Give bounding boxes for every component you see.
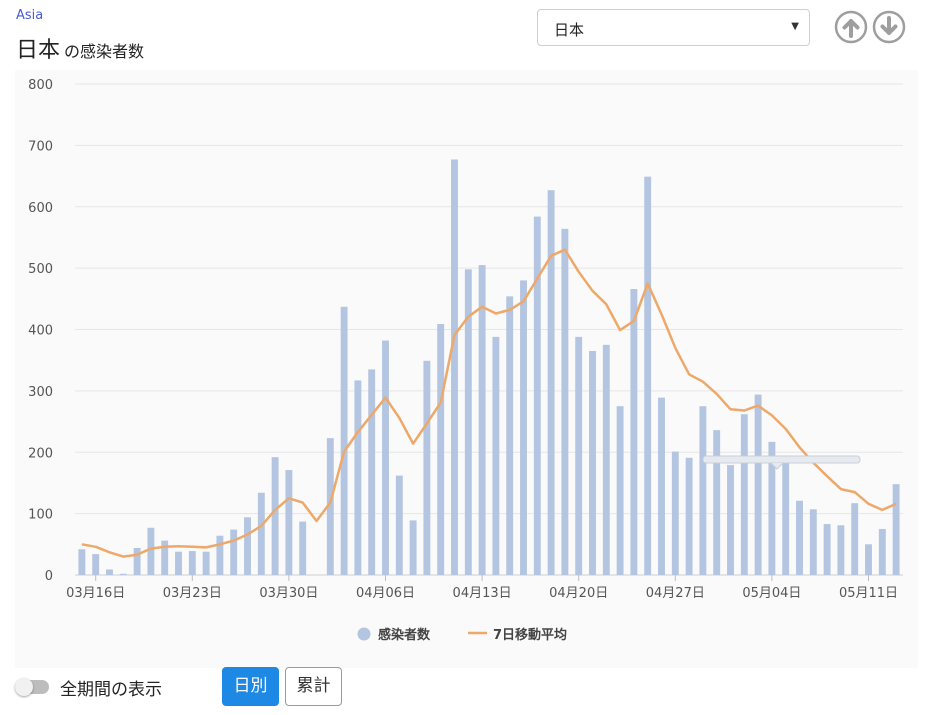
bar [644,176,652,575]
legend-bar-label[interactable]: 感染者数 [378,627,431,643]
bar [782,461,790,575]
bar [409,520,417,575]
full-period-label: 全期間の表示 [60,680,162,700]
y-tick-label: 500 [28,262,53,277]
bar [658,397,665,575]
bar [685,457,693,575]
bar [602,344,610,575]
country-select[interactable]: 日本 ▼ [537,9,810,46]
bar [671,451,679,575]
cumulative-button[interactable]: 累計 [285,667,342,706]
bar [478,265,486,575]
legend: 感染者数 7日移動平均 [357,627,567,643]
bar [561,228,569,575]
x-tick-label: 04月27日 [646,586,705,601]
bar [589,350,596,575]
bar [727,465,734,575]
bar [851,503,859,575]
bar [437,323,445,575]
bar [423,360,431,575]
chart-area: 0 100 200 300 400 500 600 700 800 03月16日 03月23日 03月… [15,70,918,668]
y-tick-label: 800 [28,78,53,93]
bar [78,549,86,575]
x-tick-label: 05月04日 [742,586,801,601]
bar [354,380,362,575]
bar [285,470,293,575]
bar [837,525,845,575]
page-title: 日本 の感染者数 [16,32,144,64]
bar [892,484,900,575]
bar [796,500,803,575]
y-tick-label: 100 [28,508,53,523]
bar [271,457,279,575]
bar [699,406,707,575]
bar [382,340,389,575]
y-tick-label: 0 [45,569,53,584]
y-tick-label: 700 [28,139,53,154]
bar [147,527,155,575]
x-tick-label: 05月11日 [839,586,898,601]
bar [395,475,403,575]
legend-bar-marker [357,627,371,641]
caret-down-icon: ▼ [791,21,799,32]
x-tick-label: 04月20日 [549,586,608,601]
bar [809,509,817,575]
grid [75,83,903,576]
bar [175,551,182,575]
bar [878,528,886,575]
bar [368,369,376,575]
bar [823,524,831,575]
bar [616,406,624,575]
bar [713,430,721,575]
y-tick-label: 300 [28,385,53,400]
bar [492,336,500,575]
bar [244,517,251,575]
bar-series [78,159,900,575]
full-period-toggle[interactable] [15,678,49,696]
x-tick-label: 03月30日 [259,586,318,601]
bar [575,336,583,575]
bar [299,521,307,575]
bar [216,535,224,575]
bar [740,414,748,575]
bar [340,306,348,575]
tooltip [702,455,861,470]
x-tick-label: 03月23日 [163,586,222,601]
bar [230,529,238,575]
legend-line-label[interactable]: 7日移動平均 [493,627,567,643]
bar [506,296,514,575]
x-tick-label: 04月06日 [356,586,415,601]
bar [119,573,127,575]
arrow-down-circle-icon [872,10,906,44]
country-select-value: 日本 [554,21,585,39]
bar [865,544,872,575]
arrow-up-circle-icon [834,10,868,44]
region-label: Asia [16,8,44,23]
cases-chart: 0 100 200 300 400 500 600 700 800 03月16日 03月23日 03月… [28,78,903,643]
x-tick-label: 03月16日 [66,586,125,601]
page-subtitle: の感染者数 [64,42,145,61]
bar [754,394,762,575]
bar [92,554,100,575]
arrow-up-button[interactable] [834,10,868,44]
x-tick-label: 04月13日 [453,586,512,601]
arrow-down-button[interactable] [872,10,906,44]
daily-button[interactable]: 日別 [222,667,279,706]
bar [202,551,210,575]
bar [547,190,555,575]
bar [106,569,113,575]
y-tick-label: 400 [28,324,53,339]
axes: 0 100 200 300 400 500 600 700 800 03月16日 03月23日 03月… [28,78,898,601]
bar [133,547,141,575]
bar [520,280,527,575]
y-tick-label: 600 [28,201,53,216]
country-title: 日本 [16,38,61,63]
bar [188,551,196,575]
bar [257,492,265,575]
bar [533,216,541,575]
bar [630,288,638,575]
toggle-knob [15,678,33,696]
bar [451,159,458,575]
y-tick-label: 200 [28,446,53,461]
